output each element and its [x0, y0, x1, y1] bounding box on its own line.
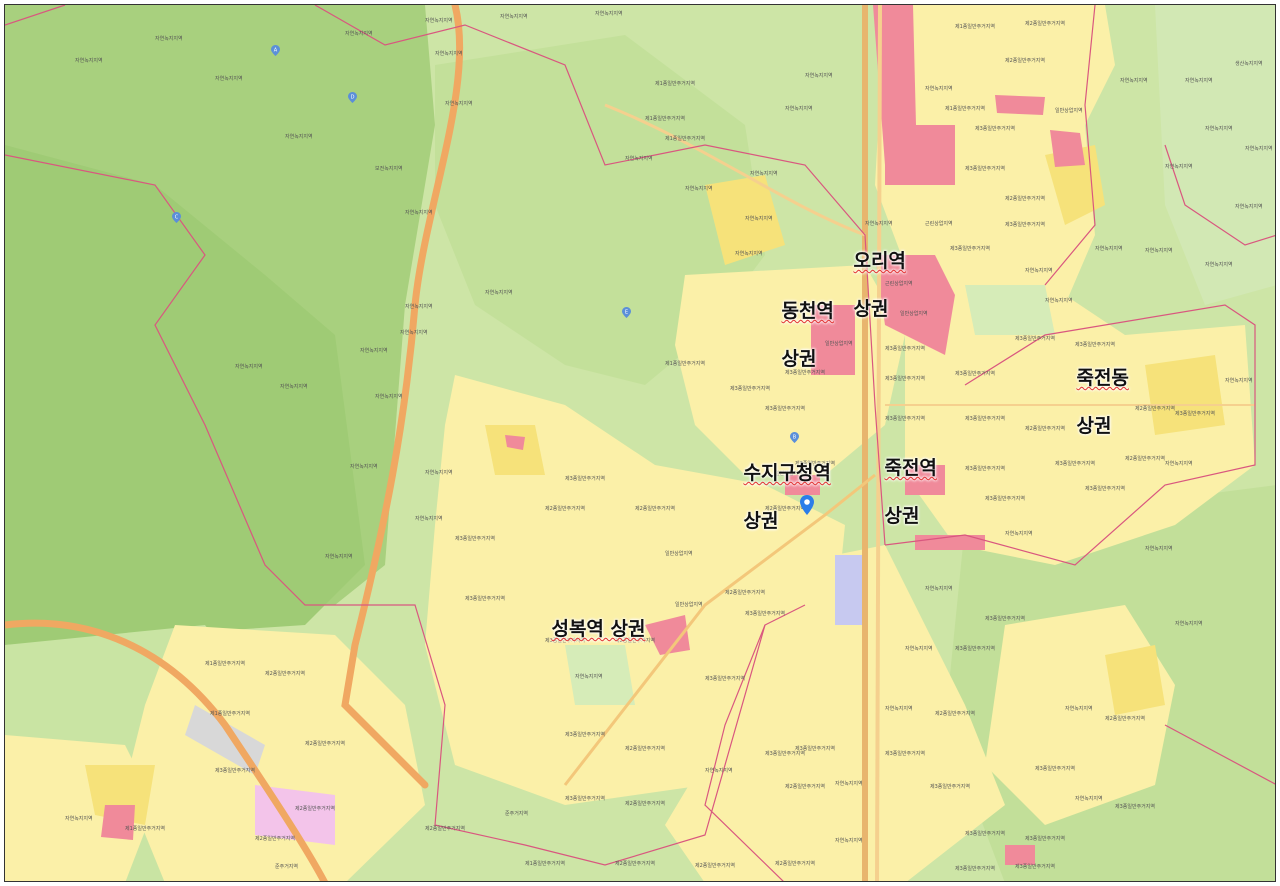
poi-marker-icon[interactable]: E	[622, 307, 631, 318]
district-label-seongbok[interactable]: 성복역 상권	[525, 593, 645, 665]
poi-marker-icon[interactable]: D	[348, 92, 357, 103]
district-suffix-dongcheon: 상권	[781, 348, 817, 370]
district-name-jukjeon: 죽전역	[884, 457, 937, 479]
res-strong-3	[1145, 355, 1225, 435]
zone-purple-1	[835, 555, 865, 625]
district-suffix-suji: 상권	[743, 510, 779, 532]
poi-marker-icon[interactable]: A	[271, 45, 280, 56]
district-label-suji[interactable]: 수지구청역 상권	[717, 437, 831, 557]
com-south-east	[1005, 845, 1035, 865]
com-east-2	[995, 95, 1045, 115]
com-east-1	[1050, 130, 1085, 167]
district-suffix-ori: 상권	[853, 298, 889, 320]
district-label-ori[interactable]: 오리역 상권	[827, 225, 906, 345]
district-name-dongcheon: 동천역	[781, 300, 834, 322]
poi-letter: D	[351, 94, 355, 100]
res-strong-4	[485, 425, 545, 475]
district-name-jukjeondong: 죽전동	[1076, 367, 1129, 389]
poi-letter: C	[175, 214, 179, 220]
poi-letter: E	[625, 309, 628, 315]
res-strong-5	[1105, 645, 1165, 715]
park-1	[965, 285, 1055, 335]
district-suffix-jukjeondong: 상권	[1076, 415, 1112, 437]
com-sw	[101, 805, 135, 840]
district-name-suji: 수지구청역	[743, 462, 831, 484]
district-label-dongcheon[interactable]: 동천역 상권	[755, 275, 834, 395]
district-label-jukjeondong[interactable]: 죽전동 상권	[1050, 342, 1129, 462]
district-label-jukjeon[interactable]: 죽전역 상권	[858, 432, 937, 552]
poi-marker-icon[interactable]: C	[172, 212, 181, 223]
com-north-block	[885, 125, 955, 185]
zoning-map[interactable]: 자연녹지지역 자연녹지지역 자연녹지지역 자연녹지지역 보전녹지지역 자연녹지지역 자연녹지…	[4, 4, 1276, 882]
district-suffix-jukjeon: 상권	[884, 505, 920, 527]
poi-letter: A	[274, 47, 278, 53]
district-name-seongbok: 성복역 상권	[551, 618, 646, 640]
district-name-ori: 오리역	[853, 250, 906, 272]
